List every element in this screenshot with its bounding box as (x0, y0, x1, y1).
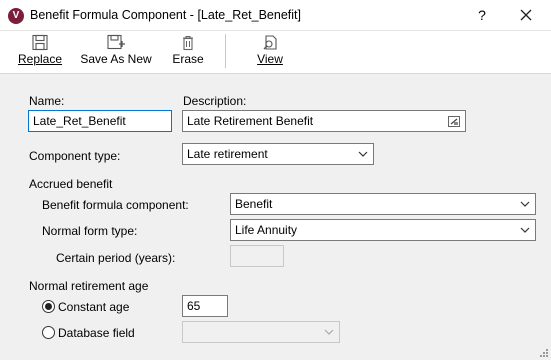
help-icon: ? (478, 7, 486, 23)
component-type-label: Component type: (29, 149, 121, 163)
description-field[interactable]: Late Retirement Benefit (182, 110, 466, 132)
save-new-icon (107, 34, 125, 50)
normal-form-type-select[interactable]: Life Annuity (230, 219, 536, 241)
save-as-new-button[interactable]: Save As New (80, 31, 152, 73)
database-field-label[interactable]: Database field (58, 326, 135, 340)
erase-label: Erase (172, 52, 204, 66)
component-type-value: Late retirement (187, 147, 268, 161)
constant-age-radio[interactable] (42, 300, 55, 313)
window-title: Benefit Formula Component - [Late_Ret_Be… (30, 8, 301, 22)
name-label: Name: (29, 94, 65, 108)
database-field-select[interactable] (182, 321, 340, 343)
name-field[interactable]: Late_Ret_Benefit (28, 110, 172, 132)
close-icon (520, 9, 532, 21)
title-bar: V Benefit Formula Component - [Late_Ret_… (0, 0, 551, 31)
toolbar: Replace Save As New Erase View (0, 31, 551, 74)
view-button[interactable]: View (250, 31, 290, 73)
replace-label: Replace (18, 52, 63, 66)
edit-description-icon[interactable] (448, 116, 460, 127)
constant-age-label[interactable]: Constant age (58, 300, 129, 314)
certain-period-field[interactable] (230, 245, 284, 267)
save-as-new-label: Save As New (80, 52, 152, 66)
accrued-benefit-heading: Accrued benefit (29, 177, 113, 191)
component-type-select[interactable]: Late retirement (182, 143, 374, 165)
chevron-down-icon (520, 201, 530, 207)
resize-grip-icon[interactable] (537, 346, 549, 358)
view-label: View (257, 52, 283, 66)
erase-button[interactable]: Erase (168, 31, 208, 73)
constant-age-field[interactable]: 65 (182, 295, 228, 317)
normal-retirement-age-heading: Normal retirement age (29, 279, 149, 293)
benefit-formula-component-label: Benefit formula component: (42, 198, 189, 212)
app-logo-icon: V (8, 8, 24, 24)
chevron-down-icon (358, 151, 368, 157)
database-field-radio[interactable] (42, 326, 55, 339)
benefit-formula-component-value: Benefit (235, 197, 273, 211)
help-button[interactable]: ? (470, 3, 494, 27)
normal-form-type-label: Normal form type: (42, 224, 138, 238)
toolbar-separator (225, 34, 226, 68)
replace-button[interactable]: Replace (18, 31, 62, 73)
view-icon (263, 35, 277, 50)
chevron-down-icon (324, 329, 334, 335)
certain-period-label: Certain period (years): (56, 251, 176, 265)
normal-form-type-value: Life Annuity (235, 223, 298, 237)
trash-icon (183, 35, 193, 51)
close-button[interactable] (512, 3, 540, 27)
description-label: Description: (183, 94, 247, 108)
description-value: Late Retirement Benefit (187, 114, 314, 128)
save-icon (32, 34, 48, 51)
benefit-formula-component-select[interactable]: Benefit (230, 193, 536, 215)
chevron-down-icon (520, 227, 530, 233)
